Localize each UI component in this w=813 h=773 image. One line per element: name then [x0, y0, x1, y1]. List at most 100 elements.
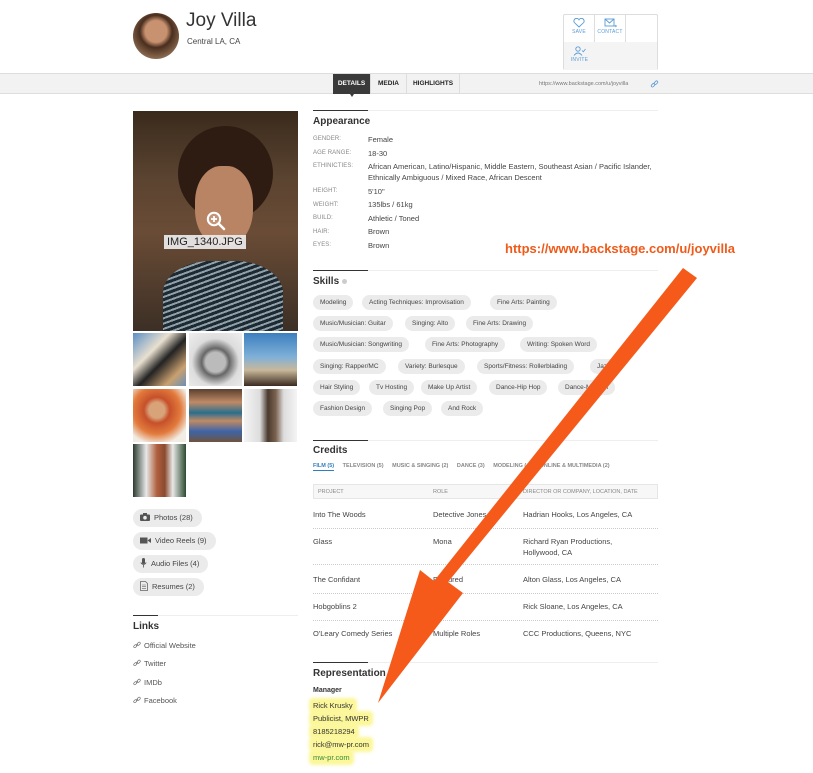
- skills-heading: Skills: [313, 276, 348, 287]
- profile-tab-bar: DETAILS MEDIA HIGHLIGHTS https://www.bac…: [0, 73, 813, 97]
- credit-project: O'Leary Comedy Series: [313, 629, 393, 638]
- avatar[interactable]: [133, 13, 179, 59]
- link-facebook[interactable]: Facebook: [133, 696, 177, 705]
- link-twitter[interactable]: Twitter: [133, 659, 166, 668]
- credit-role: Featured: [433, 575, 464, 584]
- photo-filename: IMG_1340.JPG: [164, 235, 246, 249]
- skill-tag: Singing: Alto: [405, 316, 456, 331]
- profile-location: Central LA, CA: [187, 37, 241, 46]
- invite-label: INVITE: [570, 57, 589, 63]
- skill-tag: Make Up Artist: [421, 380, 478, 395]
- envelope-icon: [604, 18, 617, 28]
- document-icon: [140, 581, 148, 591]
- microphone-icon: [140, 558, 147, 568]
- credit-tab-television[interactable]: TELEVISION (5): [343, 463, 384, 469]
- link-icon: [133, 678, 141, 686]
- photos-label: Photos (28): [154, 513, 193, 522]
- link-imdb[interactable]: IMDb: [133, 678, 162, 687]
- credit-category-tabs: FILM (5) TELEVISION (5) MUSIC & SINGING …: [313, 463, 617, 471]
- credit-director: Alton Glass, Los Angeles, CA: [523, 575, 621, 584]
- skill-tag: Fine Arts: Drawing: [466, 316, 534, 331]
- credit-tab-dance[interactable]: DANCE (3): [457, 463, 485, 469]
- skill-tag: Sports/Fitness: Rollerblading: [477, 359, 575, 374]
- video-reels-label: Video Reels (9): [155, 536, 207, 545]
- credit-tab-music-singing[interactable]: MUSIC & SINGING (2): [392, 463, 448, 469]
- attr-label: ETHINICTIES:: [313, 163, 354, 169]
- thumbnail[interactable]: [133, 389, 186, 442]
- credit-tab-modeling[interactable]: MODELING (4): [493, 463, 531, 469]
- rep-email[interactable]: rick@mw-pr.com: [311, 739, 371, 750]
- thumbnail[interactable]: [189, 389, 242, 442]
- video-camera-icon: [140, 537, 151, 544]
- link-icon: [133, 696, 141, 704]
- profile-url[interactable]: https://www.backstage.com/u/joyvilla: [539, 74, 628, 94]
- appearance-heading: Appearance: [313, 116, 371, 127]
- attr-hair: Brown: [368, 227, 390, 236]
- skill-tag: Fine Arts: Painting: [490, 295, 557, 310]
- resumes-label: Resumes (2): [152, 582, 195, 591]
- contact-label: CONTACT: [597, 29, 623, 35]
- credit-role: Mona: [433, 537, 452, 546]
- skill-tag: Variety: Burlesque: [398, 359, 465, 374]
- credit-role: Detective Jones: [433, 510, 487, 519]
- links-heading: Links: [133, 621, 160, 632]
- column-role: ROLE: [433, 489, 448, 495]
- skill-tag: Hair Styling: [313, 380, 361, 395]
- link-official-website[interactable]: Official Website: [133, 641, 196, 650]
- column-project: PROJECT: [318, 489, 344, 495]
- rep-phone[interactable]: 8185218294: [311, 726, 357, 737]
- profile-name: Joy Villa: [186, 10, 257, 31]
- skill-tag: Fashion Design: [313, 401, 373, 416]
- credit-director: Richard Ryan Productions, Hollywood, CA: [523, 537, 613, 557]
- thumbnail[interactable]: [244, 389, 297, 442]
- invite-button[interactable]: INVITE: [564, 43, 595, 70]
- skill-tag: Tv Hosting: [369, 380, 415, 395]
- rep-website[interactable]: mw-pr.com: [311, 752, 352, 763]
- main-headshot[interactable]: IMG_1340.JPG: [133, 111, 298, 331]
- credit-tab-online-multimedia[interactable]: ONLINE & MULTIMEDIA (2): [540, 463, 610, 469]
- attr-ethnicities: African American, Latino/Hispanic, Middl…: [368, 162, 652, 182]
- rep-name: Rick Krusky: [311, 700, 355, 711]
- rep-company: Publicist, MWPR: [311, 713, 371, 724]
- attr-gender: Female: [368, 135, 394, 144]
- representation-heading: Representation: [313, 668, 386, 679]
- thumbnail[interactable]: [244, 333, 297, 386]
- credit-project: The Confidant: [313, 575, 361, 584]
- thumbnail[interactable]: [133, 333, 186, 386]
- skill-tag: And Rock: [441, 401, 484, 416]
- photos-link[interactable]: Photos (28): [133, 509, 202, 527]
- attr-height: 5'10": [368, 187, 385, 196]
- resumes-link[interactable]: Resumes (2): [133, 578, 204, 596]
- credit-director: Hadrian Hooks, Los Angeles, CA: [523, 510, 633, 519]
- table-row: Glass Mona Richard Ryan Productions, Hol…: [313, 536, 658, 565]
- attr-label: EYES:: [313, 242, 332, 248]
- skill-tag: Dance-Hip Hop: [489, 380, 548, 395]
- attr-age-range: 18-30: [368, 149, 388, 158]
- audio-files-link[interactable]: Audio Files (4): [133, 555, 209, 573]
- table-row: O'Leary Comedy Series Multiple Roles CCC…: [313, 628, 658, 648]
- credit-project: Into The Woods: [313, 510, 366, 519]
- save-button[interactable]: SAVE: [564, 15, 595, 42]
- profile-actions: SAVE CONTACT INVITE: [563, 14, 658, 70]
- link-icon: [133, 641, 141, 649]
- attr-weight: 135lbs / 61kg: [368, 200, 413, 209]
- attr-label: GENDER:: [313, 136, 342, 142]
- credits-table-header: PROJECT ROLE DIRECTOR OR COMPANY, LOCATI…: [313, 484, 658, 499]
- tab-details[interactable]: DETAILS: [333, 74, 371, 97]
- thumbnail[interactable]: [189, 333, 242, 386]
- video-reels-link[interactable]: Video Reels (9): [133, 532, 216, 550]
- info-icon[interactable]: [342, 278, 348, 284]
- tab-highlights[interactable]: HIGHLIGHTS: [407, 74, 460, 94]
- credit-director: CCC Productions, Queens, NYC: [523, 629, 632, 638]
- copy-link-icon[interactable]: [650, 80, 659, 89]
- zoom-in-icon[interactable]: [206, 211, 226, 231]
- credit-project: Hobgoblins 2: [313, 602, 357, 611]
- tab-media[interactable]: MEDIA: [371, 74, 407, 94]
- skill-tag: Singing Pop: [383, 401, 433, 416]
- skill-tag: Fine Arts: Photography: [425, 337, 506, 352]
- credit-director: Rick Sloane, Los Angeles, CA: [523, 602, 623, 611]
- thumbnail[interactable]: [133, 444, 186, 497]
- contact-button[interactable]: CONTACT: [595, 15, 626, 42]
- credit-tab-film[interactable]: FILM (5): [313, 463, 335, 471]
- skill-tag: Modeling: [313, 295, 354, 310]
